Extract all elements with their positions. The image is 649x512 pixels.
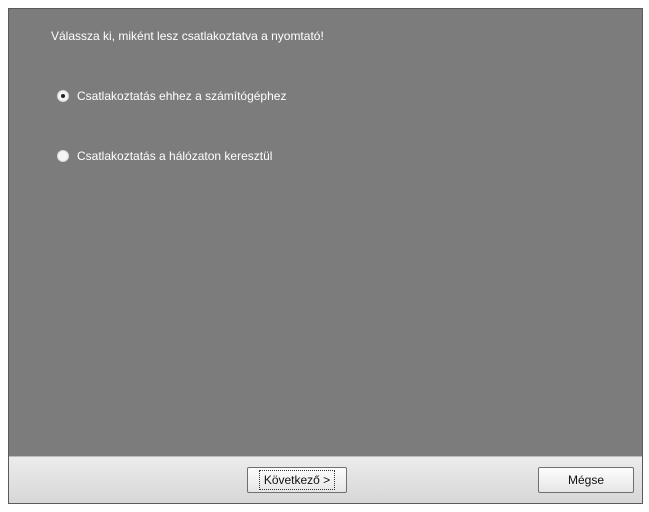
option-local-computer[interactable]: Csatlakoztatás ehhez a számítógéphez	[57, 89, 286, 103]
button-bar: Következő > Mégse	[9, 456, 642, 503]
radio-unchecked-icon[interactable]	[57, 150, 69, 162]
printer-connection-dialog: Válassza ki, miként lesz csatlakoztatva …	[8, 8, 643, 504]
content-panel: Válassza ki, miként lesz csatlakoztatva …	[9, 9, 642, 459]
next-button-label: Következő >	[258, 470, 336, 490]
next-button[interactable]: Következő >	[247, 467, 347, 493]
radio-checked-icon[interactable]	[57, 90, 69, 102]
option-network[interactable]: Csatlakoztatás a hálózaton keresztül	[57, 149, 272, 163]
option-label-local: Csatlakoztatás ehhez a számítógéphez	[77, 89, 287, 103]
cancel-button-label: Mégse	[567, 473, 605, 487]
prompt-text: Válassza ki, miként lesz csatlakoztatva …	[51, 29, 324, 43]
option-label-network: Csatlakoztatás a hálózaton keresztül	[77, 149, 273, 163]
cancel-button[interactable]: Mégse	[538, 467, 634, 493]
